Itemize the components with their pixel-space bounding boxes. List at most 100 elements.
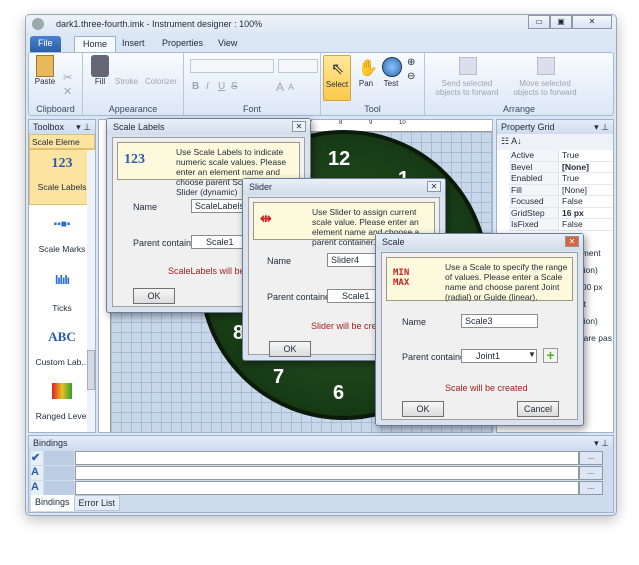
underline-button[interactable]: U	[218, 81, 225, 92]
send-forward-button[interactable]: Send selected objects to forward	[429, 79, 505, 97]
pin-icon[interactable]: ▾ ⊥	[76, 122, 91, 133]
toolbox-item-ranged-level[interactable]: Ranged Level	[29, 377, 95, 425]
property-name: Enabled	[509, 173, 559, 184]
property-value[interactable]: 16 px	[559, 208, 584, 219]
toolbox-item-ticks[interactable]: lılılı Ticks	[29, 263, 95, 321]
property-row[interactable]: Fill [None]	[509, 184, 613, 196]
sort-alpha-icon[interactable]: A↓	[511, 136, 522, 146]
minimize-button[interactable]: ▭	[528, 15, 550, 29]
property-value[interactable]: True	[559, 150, 579, 161]
fill-button[interactable]: Fill	[87, 55, 113, 86]
toolbox-item-custom-labels[interactable]: ABC Custom Lab...	[29, 321, 95, 377]
ok-button[interactable]: OK	[133, 288, 175, 304]
toolbox-item-scale-labels[interactable]: 123 Scale Labels	[29, 149, 95, 205]
dialog-title: Slider	[243, 179, 445, 195]
ruler-tick-label: 9	[369, 120, 373, 126]
tab-file[interactable]: File	[30, 36, 61, 52]
parent-label: Parent container	[402, 352, 469, 362]
ruler-tick-label: 8	[339, 120, 343, 126]
colorizer-button[interactable]: Colorizer	[145, 77, 177, 86]
binding-cell	[44, 451, 74, 465]
clock-number: 7	[273, 366, 285, 388]
delete-icon[interactable]: ✕	[63, 85, 72, 98]
text-a-icon: A	[31, 481, 43, 495]
parent-label: Parent container	[133, 238, 200, 248]
toolbox-header: Toolbox ▾ ⊥	[29, 120, 95, 134]
strikethrough-button[interactable]: S	[231, 81, 238, 92]
binding-expression-input[interactable]	[75, 466, 579, 480]
toolbox-scrollbar[interactable]	[87, 150, 95, 432]
bold-button[interactable]: B	[192, 81, 199, 92]
binding-expression-input[interactable]	[75, 481, 579, 495]
tab-view[interactable]: View	[210, 36, 245, 52]
cancel-button[interactable]: Cancel	[517, 401, 559, 417]
grow-font-button[interactable]: A	[276, 80, 284, 94]
property-value[interactable]: [None]	[559, 162, 589, 173]
property-row[interactable]: Focused False	[509, 196, 613, 208]
shrink-font-button[interactable]: A	[288, 82, 294, 92]
tab-bindings[interactable]: Bindings	[31, 495, 74, 511]
parent-label: Parent container	[267, 292, 334, 302]
property-value[interactable]: True	[559, 173, 579, 184]
tab-home[interactable]: Home	[74, 36, 117, 52]
status-text: Scale will be created	[445, 383, 528, 393]
tab-insert[interactable]: Insert	[114, 36, 153, 52]
close-button[interactable]: ✕	[292, 121, 306, 132]
property-row[interactable]: Active True	[509, 150, 613, 162]
cut-icon[interactable]: ✂	[63, 71, 72, 84]
property-name: Fill	[509, 184, 559, 195]
move-forward-button[interactable]: Move selected objects to forward	[507, 79, 583, 97]
slider-icon: ⇹	[260, 210, 272, 226]
pin-icon[interactable]: ▾ ⊥	[594, 122, 609, 133]
categorized-icon[interactable]: ☷	[501, 136, 509, 146]
name-label: Name	[133, 202, 158, 212]
item-label: Ranged Level	[35, 411, 89, 421]
toolbox-category[interactable]: Scale Eleme	[29, 134, 95, 149]
property-row[interactable]: IsFixed False	[509, 219, 613, 231]
tab-error-list[interactable]: Error List	[73, 495, 121, 511]
property-row[interactable]: Enabled True	[509, 173, 613, 185]
zoom-in-icon[interactable]: ⊕	[407, 57, 415, 68]
fill-bucket-icon	[91, 55, 109, 77]
appearance-group: Fill Stroke Colorizer Appearance	[83, 53, 184, 115]
name-input[interactable]: Scale3	[461, 314, 538, 328]
close-button[interactable]: ✕	[572, 15, 612, 29]
font-size-select[interactable]	[278, 59, 318, 73]
chevron-down-icon[interactable]: ▼	[528, 350, 536, 359]
maximize-button[interactable]: ▣	[550, 15, 572, 29]
add-button[interactable]: +	[543, 348, 558, 363]
zoom-out-icon[interactable]: ⊖	[407, 71, 415, 82]
text-a-icon: A	[31, 466, 43, 480]
property-row[interactable]: GridStep 16 px	[509, 207, 613, 219]
parent-container-select[interactable]: Joint1	[461, 349, 537, 363]
close-button[interactable]: ✕	[427, 181, 441, 192]
italic-button[interactable]: I	[206, 81, 209, 92]
toolbox-item-scale-marks[interactable]: ▪▪■▪ Scale Marks	[29, 205, 95, 263]
browse-button[interactable]: ...	[579, 481, 603, 495]
binding-row[interactable]: A...	[31, 481, 603, 495]
tab-properties[interactable]: Properties	[154, 36, 211, 52]
pin-icon[interactable]: ▾ ⊥	[594, 438, 609, 449]
browse-button[interactable]: ...	[579, 466, 603, 480]
binding-cell	[44, 481, 74, 495]
title-bar: dark1.three-fourth.imk - Instrument desi…	[26, 15, 616, 34]
property-value[interactable]: [None]	[559, 185, 587, 196]
property-value[interactable]: False	[559, 196, 583, 207]
ok-button[interactable]: OK	[402, 401, 444, 417]
property-grid-toolbar: ☷ A↓	[497, 134, 613, 150]
binding-row[interactable]: A...	[31, 466, 603, 480]
paste-button[interactable]: Paste	[32, 55, 58, 86]
browse-button[interactable]: ...	[579, 451, 603, 465]
app-icon[interactable]	[32, 18, 44, 30]
ok-button[interactable]: OK	[269, 341, 311, 357]
binding-expression-input[interactable]	[75, 451, 579, 465]
pan-label: Pan	[358, 79, 374, 88]
binding-row[interactable]: ✔...	[31, 451, 603, 465]
ranged-level-icon	[52, 383, 72, 399]
font-family-select[interactable]	[190, 59, 274, 73]
close-button[interactable]: ✕	[565, 236, 579, 247]
property-value[interactable]: False	[559, 219, 583, 230]
stroke-button[interactable]: Stroke	[115, 77, 138, 86]
property-row[interactable]: Bevel [None]	[509, 161, 613, 173]
item-label: Ticks	[52, 303, 72, 313]
